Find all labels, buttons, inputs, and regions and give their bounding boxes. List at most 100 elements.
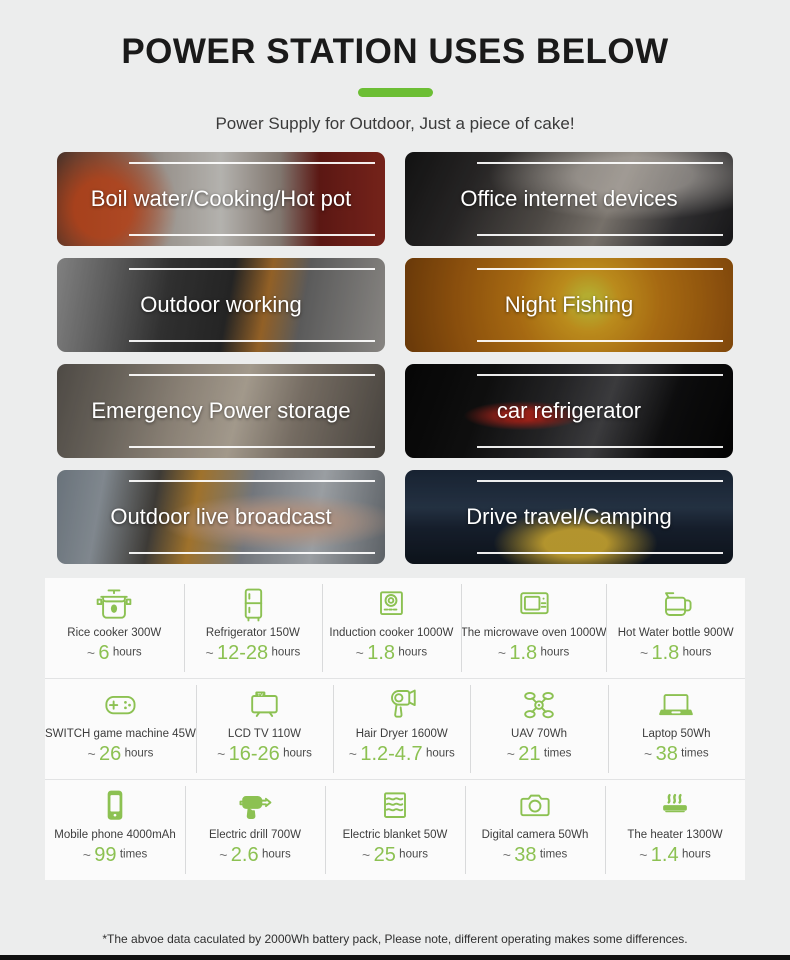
runtime-value: 6 bbox=[98, 641, 110, 664]
appliance-cell: SWITCH game machine 45W ~ 26 hours bbox=[45, 679, 196, 779]
appliance-cell: TV LCD TV 110W ~ 16-26 hours bbox=[195, 679, 333, 779]
power-station-uses-page: POWER STATION USES BELOW Power Supply fo… bbox=[0, 0, 790, 960]
approx-symbol: ~ bbox=[639, 644, 649, 661]
appliance-runtime: ~ 1.2-4.7 hours bbox=[349, 744, 455, 764]
appliance-cell: Electric drill 700W ~ 2.6 hours bbox=[185, 780, 325, 880]
appliance-name: Refrigerator 150W bbox=[205, 627, 300, 639]
runtime-value: 26 bbox=[98, 742, 122, 765]
runtime-unit: hours bbox=[271, 645, 301, 658]
appliance-runtime: ~ 38 times bbox=[503, 845, 568, 865]
appliance-row: Rice cooker 300W ~ 6 hours Refrigerator 15… bbox=[45, 578, 745, 678]
appliance-name: SWITCH game machine 45W bbox=[45, 728, 196, 740]
approx-symbol: ~ bbox=[348, 745, 357, 762]
accent-bar-wrap bbox=[0, 88, 790, 97]
runtime-value: 12-28 bbox=[216, 641, 269, 664]
appliance-runtime: ~ 1.4 hours bbox=[639, 845, 710, 865]
runtime-value: 21 bbox=[518, 742, 541, 765]
approx-symbol: ~ bbox=[502, 846, 511, 863]
runtime-value: 2.6 bbox=[230, 843, 259, 866]
appliance-runtime: ~ 21 times bbox=[507, 744, 572, 764]
appliance-name: Mobile phone 4000mAh bbox=[54, 829, 176, 841]
use-case-card[interactable]: Night Fishing bbox=[405, 258, 733, 352]
appliance-runtime: ~ 1.8 hours bbox=[640, 643, 711, 663]
approx-symbol: ~ bbox=[362, 846, 371, 863]
appliance-name: Electric drill 700W bbox=[208, 829, 302, 841]
use-case-label: Night Fishing bbox=[504, 292, 634, 317]
appliance-name: UAV 70Wh bbox=[511, 728, 568, 740]
appliance-runtime: ~ 2.6 hours bbox=[219, 845, 290, 865]
appliance-runtime: ~ 25 hours bbox=[362, 845, 428, 865]
runtime-unit: hours bbox=[682, 645, 712, 658]
use-case-card[interactable]: Outdoor live broadcast bbox=[57, 470, 385, 564]
refrigerator-icon bbox=[229, 585, 277, 625]
runtime-value: 1.8 bbox=[651, 641, 680, 664]
approx-symbol: ~ bbox=[506, 745, 515, 762]
use-case-card[interactable]: car refrigerator bbox=[405, 364, 733, 458]
footnote: *The abvoe data caculated by 2000Wh batt… bbox=[102, 932, 688, 946]
use-case-label: Boil water/Cooking/Hot pot bbox=[90, 186, 352, 211]
appliance-cell: Electric blanket 50W ~ 25 hours bbox=[325, 780, 465, 880]
heater-icon bbox=[651, 787, 699, 827]
svg-text:TV: TV bbox=[258, 692, 264, 697]
use-case-card[interactable]: Drive travel/Camping bbox=[405, 470, 733, 564]
runtime-value: 99 bbox=[94, 843, 117, 866]
appliance-name: Induction cooker 1000W bbox=[329, 627, 454, 639]
page-header: POWER STATION USES BELOW Power Supply fo… bbox=[0, 0, 790, 134]
use-case-card-grid: Boil water/Cooking/Hot pot Office interne… bbox=[57, 152, 733, 564]
appliance-runtime: ~ 16-26 hours bbox=[217, 744, 312, 764]
appliance-runtime: ~ 99 times bbox=[83, 845, 148, 865]
runtime-unit: times bbox=[543, 746, 572, 759]
appliance-name: Digital camera 50Wh bbox=[481, 829, 589, 841]
appliance-name: Hair Dryer 1600W bbox=[355, 728, 448, 740]
appliance-runtime: ~ 1.8 hours bbox=[356, 643, 427, 663]
use-case-label: Office internet devices bbox=[460, 186, 678, 211]
appliance-cell: The heater 1300W ~ 1.4 hours bbox=[605, 780, 745, 880]
appliance-name: Electric blanket 50W bbox=[342, 829, 448, 841]
use-case-label: Emergency Power storage bbox=[91, 398, 351, 423]
runtime-unit: hours bbox=[124, 746, 154, 759]
use-case-card[interactable]: Office internet devices bbox=[405, 152, 733, 246]
approx-symbol: ~ bbox=[219, 846, 228, 863]
bottom-strip bbox=[0, 955, 790, 960]
use-case-card[interactable]: Boil water/Cooking/Hot pot bbox=[57, 152, 385, 246]
appliance-row: SWITCH game machine 45W ~ 26 hours TV LCD T… bbox=[45, 678, 745, 779]
appliance-cell: The microwave oven 1000W ~ 1.8 hours bbox=[460, 578, 606, 678]
induction-cooker-icon bbox=[367, 585, 415, 625]
runtime-value: 1.4 bbox=[650, 843, 679, 866]
appliance-runtime: ~ 1.8 hours bbox=[498, 643, 569, 663]
use-case-label: Drive travel/Camping bbox=[466, 504, 672, 529]
appliance-cell: Hair Dryer 1600W ~ 1.2-4.7 hours bbox=[333, 679, 470, 779]
appliance-name: LCD TV 110W bbox=[227, 728, 301, 740]
electric-blanket-icon bbox=[371, 787, 419, 827]
approx-symbol: ~ bbox=[205, 644, 214, 661]
appliance-cell: Digital camera 50Wh ~ 38 times bbox=[465, 780, 605, 880]
runtime-unit: times bbox=[681, 746, 709, 759]
runtime-value: 38 bbox=[514, 843, 537, 866]
electric-drill-icon bbox=[231, 787, 279, 827]
runtime-unit: hours bbox=[398, 645, 428, 658]
runtime-unit: hours bbox=[283, 746, 312, 759]
appliance-name: Hot Water bottle 900W bbox=[617, 627, 734, 639]
appliance-cell: Hot Water bottle 900W ~ 1.8 hours bbox=[606, 578, 745, 678]
approx-symbol: ~ bbox=[639, 846, 648, 863]
runtime-unit: times bbox=[539, 847, 568, 860]
appliance-name: Laptop 50Wh bbox=[642, 728, 711, 740]
runtime-value: 38 bbox=[655, 742, 678, 765]
runtime-unit: hours bbox=[261, 847, 291, 860]
appliance-cell: Refrigerator 150W ~ 12-28 hours bbox=[183, 578, 323, 678]
game-controller-icon bbox=[96, 686, 144, 726]
digital-camera-icon bbox=[511, 787, 559, 827]
kettle-icon bbox=[652, 585, 700, 625]
appliance-cell: Induction cooker 1000W ~ 1.8 hours bbox=[322, 578, 461, 678]
hair-dryer-icon bbox=[378, 686, 426, 726]
runtime-unit: hours bbox=[112, 645, 142, 658]
use-case-card[interactable]: Outdoor working bbox=[57, 258, 385, 352]
runtime-value: 1.2-4.7 bbox=[360, 742, 423, 765]
appliance-cell: Laptop 50Wh ~ 38 times bbox=[607, 679, 745, 779]
use-case-card[interactable]: Emergency Power storage bbox=[57, 364, 385, 458]
appliance-cell: Rice cooker 300W ~ 6 hours bbox=[45, 578, 184, 678]
use-case-label: car refrigerator bbox=[496, 398, 642, 423]
appliance-cell: Mobile phone 4000mAh ~ 99 times bbox=[45, 780, 185, 880]
use-case-label: Outdoor live broadcast bbox=[110, 504, 332, 529]
appliance-name: The heater 1300W bbox=[627, 829, 723, 841]
